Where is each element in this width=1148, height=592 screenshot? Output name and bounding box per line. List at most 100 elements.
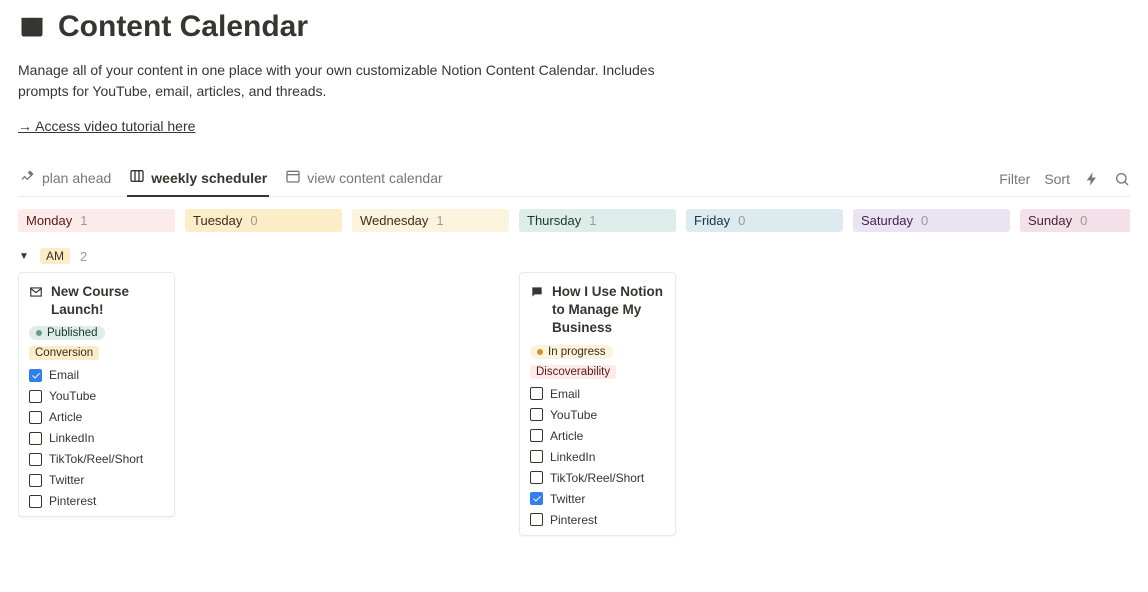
checklist-label: TikTok/Reel/Short [550,471,644,485]
empty-slot-tuesday[interactable] [185,272,342,582]
category-tag: Conversion [29,346,99,360]
tab-label: weekly scheduler [151,170,267,186]
col-header-monday[interactable]: Monday 1 [18,209,175,232]
card-title: How I Use Notion to Manage My Business [552,283,665,338]
col-header-wednesday[interactable]: Wednesday 1 [352,209,509,232]
checklist-label: Email [49,368,79,382]
checklist-item[interactable]: YouTube [530,408,665,422]
status-dot [36,330,42,336]
day-count: 1 [80,213,87,228]
group-collapse-toggle[interactable]: ▼ [18,251,30,262]
checklist-item[interactable]: LinkedIn [530,450,665,464]
checklist-item[interactable]: Email [530,387,665,401]
empty-slot-sunday[interactable] [1020,272,1130,582]
tab-view-calendar[interactable]: view content calendar [283,162,444,197]
group-count: 2 [80,249,87,264]
checklist-label: Pinterest [550,513,597,527]
status-badge: Published [29,326,105,340]
board-icon [129,168,145,187]
checklist-item[interactable]: Article [530,429,665,443]
tag-label: Conversion [35,347,93,359]
tab-plan-ahead[interactable]: plan ahead [18,162,113,197]
bolt-icon[interactable] [1084,171,1100,187]
tag-label: Discoverability [536,366,610,378]
col-header-friday[interactable]: Friday 0 [686,209,843,232]
empty-slot-wednesday[interactable] [352,272,509,582]
card-monday[interactable]: New Course Launch! Published Conversion … [18,272,175,517]
day-label: Tuesday [193,213,242,228]
card-title: New Course Launch! [51,283,164,319]
checklist-item[interactable]: TikTok/Reel/Short [530,471,665,485]
search-icon[interactable] [1114,171,1130,187]
card-thursday[interactable]: How I Use Notion to Manage My Business I… [519,272,676,536]
checkbox[interactable] [530,429,543,442]
calendar-icon [18,12,46,43]
status-label: In progress [548,346,606,358]
calendar-small-icon [285,168,301,187]
checkbox[interactable] [530,471,543,484]
tab-label: view content calendar [307,170,442,186]
page-title: Content Calendar [58,10,308,44]
checklist: Email YouTube Article LinkedIn TikTok/Reel/S… [29,368,164,508]
checklist-item[interactable]: TikTok/Reel/Short [29,452,164,466]
col-header-saturday[interactable]: Saturday 0 [853,209,1010,232]
day-count: 0 [921,213,928,228]
day-count: 0 [250,213,257,228]
tab-weekly-scheduler[interactable]: weekly scheduler [127,162,269,197]
group-badge[interactable]: AM [40,248,70,264]
checklist-label: Email [550,387,580,401]
status-dot [537,349,543,355]
envelope-icon [29,283,43,302]
category-tag: Discoverability [530,365,616,379]
day-label: Monday [26,213,72,228]
checkbox[interactable] [29,432,42,445]
checklist-item[interactable]: Twitter [29,473,164,487]
checklist-item[interactable]: YouTube [29,389,164,403]
checkbox[interactable] [29,453,42,466]
checklist-label: Article [550,429,583,443]
checkbox[interactable] [29,411,42,424]
checklist-item[interactable]: Twitter [530,492,665,506]
checklist-label: LinkedIn [49,431,94,445]
empty-slot-saturday[interactable] [853,272,1010,582]
checkbox[interactable] [530,450,543,463]
col-header-thursday[interactable]: Thursday 1 [519,209,676,232]
checkbox[interactable] [530,513,543,526]
status-label: Published [47,327,98,339]
checkbox[interactable] [530,408,543,421]
checklist-item[interactable]: LinkedIn [29,431,164,445]
col-header-sunday[interactable]: Sunday 0 [1020,209,1130,232]
checkbox[interactable] [29,390,42,403]
day-label: Thursday [527,213,581,228]
day-count: 0 [738,213,745,228]
checkbox[interactable] [530,492,543,505]
checklist-item[interactable]: Email [29,368,164,382]
checklist: Email YouTube Article LinkedIn TikTok/Reel/S… [530,387,665,527]
tutorial-link[interactable]: → Access video tutorial here [18,118,195,134]
board: Monday 1 Tuesday 0 Wednesday 1 Thursday … [18,209,1130,242]
checkbox[interactable] [530,387,543,400]
checkbox[interactable] [29,369,42,382]
day-label: Saturday [861,213,913,228]
checklist-item[interactable]: Pinterest [530,513,665,527]
pencil-path-icon [20,168,36,187]
filter-button[interactable]: Filter [999,171,1030,187]
checklist-label: Article [49,410,82,424]
day-count: 1 [436,213,443,228]
checklist-item[interactable]: Pinterest [29,494,164,508]
page-description: Manage all of your content in one place … [18,60,658,102]
empty-slot-friday[interactable] [686,272,843,582]
day-count: 0 [1080,213,1087,228]
checklist-label: YouTube [49,389,96,403]
speech-bubble-icon [530,283,544,302]
checkbox[interactable] [29,495,42,508]
col-header-tuesday[interactable]: Tuesday 0 [185,209,342,232]
checklist-label: Twitter [550,492,585,506]
sort-button[interactable]: Sort [1044,171,1070,187]
checklist-item[interactable]: Article [29,410,164,424]
checklist-label: YouTube [550,408,597,422]
checkbox[interactable] [29,474,42,487]
day-label: Wednesday [360,213,428,228]
status-badge: In progress [530,345,613,359]
checklist-label: LinkedIn [550,450,595,464]
